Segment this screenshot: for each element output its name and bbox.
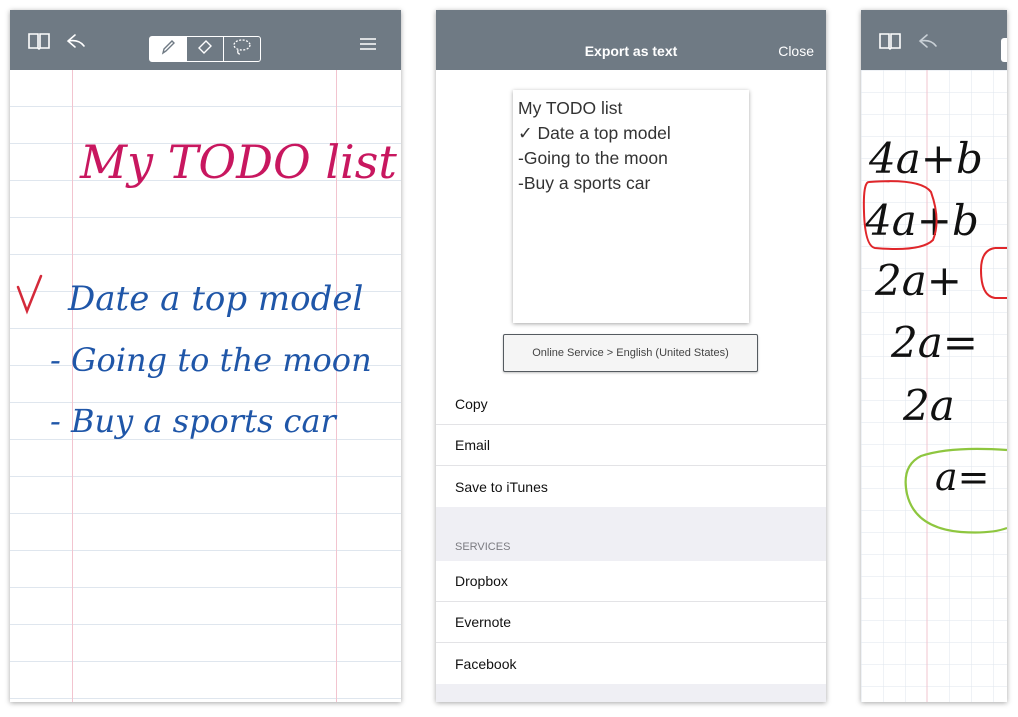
menu-icon[interactable] [359,36,377,57]
lasso-icon [232,38,252,61]
handwritten-title: My TODO list [79,135,397,189]
lasso-tool[interactable] [224,37,260,61]
save-to-itunes-action[interactable]: Save to iTunes [436,466,826,507]
book-icon[interactable] [878,31,902,56]
math-line: 4a+b [864,196,979,245]
notes-screen: My TODO list Date a top model - Going to… [10,10,401,702]
drawing-tools [149,36,261,62]
close-button[interactable]: Close [778,43,814,59]
export-screen: Export as text Close My TODO list ✓ Date… [436,10,826,702]
export-nav-bar: Export as text Close [436,10,826,70]
undo-icon[interactable] [65,31,87,56]
math-line: 2a= [890,318,978,367]
text-preview[interactable]: My TODO list ✓ Date a top model -Going t… [513,90,749,323]
eraser-icon [196,38,214,61]
recognition-service-button[interactable]: Online Service > English (United States) [503,334,758,372]
services-list: Dropbox Evernote Facebook [436,561,826,684]
check-mark-icon [16,274,43,315]
facebook-service[interactable]: Facebook [436,643,826,684]
export-title: Export as text [584,43,678,59]
dropbox-service[interactable]: Dropbox [436,561,826,602]
math-line: 2a [902,381,955,430]
tool-selector[interactable] [1001,38,1007,62]
email-action[interactable]: Email [436,425,826,466]
pen-tool[interactable] [150,37,187,61]
handwritten-item: Date a top model [67,279,363,319]
export-actions-list: Copy Email Save to iTunes [436,384,826,507]
preview-line: -Buy a sports car [518,173,651,193]
book-icon[interactable] [27,31,51,56]
copy-action[interactable]: Copy [436,384,826,425]
math-grid-note[interactable]: 4a+b 4a+b 2a+ 2a= 2a a= [861,70,1007,702]
notes-toolbar [10,10,401,70]
math-line: 2a+ [874,256,962,305]
export-preview-area: My TODO list ✓ Date a top model -Going t… [436,70,826,384]
math-toolbar [861,10,1007,70]
preview-line: -Going to the moon [518,148,668,168]
preview-line: ✓ Date a top model [518,123,671,143]
handwritten-note[interactable]: My TODO list Date a top model - Going to… [10,70,401,702]
undo-icon[interactable] [917,31,939,56]
math-line: 4a+b [868,134,983,183]
math-screen: 4a+b 4a+b 2a+ 2a= 2a a= [861,10,1007,702]
math-line: a= [935,455,990,499]
handwritten-item: - Buy a sports car [50,402,338,440]
pen-icon [159,38,177,61]
services-header: SERVICES [455,541,511,553]
handwritten-item: - Going to the moon [50,341,372,379]
preview-line: My TODO list [518,98,623,118]
eraser-tool[interactable] [187,37,224,61]
evernote-service[interactable]: Evernote [436,602,826,643]
